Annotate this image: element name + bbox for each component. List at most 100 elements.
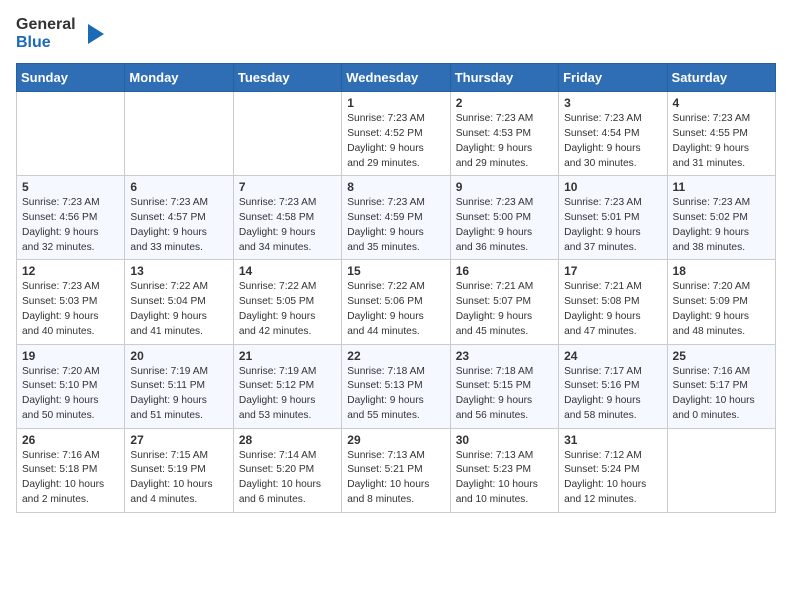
calendar-cell: 29 Sunrise: 7:13 AM Sunset: 5:21 PM Dayli…: [342, 428, 450, 512]
day-number: 13: [130, 264, 227, 278]
day-number: 9: [456, 180, 553, 194]
day-number: 3: [564, 96, 661, 110]
day-info: Sunrise: 7:20 AM Sunset: 5:09 PM Dayligh…: [673, 280, 770, 339]
weekday-header: Friday: [559, 64, 667, 92]
day-info: Sunrise: 7:21 AM Sunset: 5:07 PM Dayligh…: [456, 280, 553, 339]
logo-text: General Blue: [16, 16, 76, 51]
day-number: 5: [22, 180, 119, 194]
day-number: 27: [130, 433, 227, 447]
day-info: Sunrise: 7:23 AM Sunset: 4:54 PM Dayligh…: [564, 112, 661, 171]
calendar-cell: 18 Sunrise: 7:20 AM Sunset: 5:09 PM Dayli…: [667, 260, 775, 344]
day-info: Sunrise: 7:19 AM Sunset: 5:11 PM Dayligh…: [130, 365, 227, 424]
day-number: 1: [347, 96, 444, 110]
weekday-header: Tuesday: [233, 64, 341, 92]
calendar-cell: 19 Sunrise: 7:20 AM Sunset: 5:10 PM Dayli…: [17, 344, 125, 428]
calendar-cell: 23Sunrise: 7:18 AM Sunset: 5:15 PM Dayli…: [450, 344, 558, 428]
calendar-cell: 22 Sunrise: 7:18 AM Sunset: 5:13 PM Dayli…: [342, 344, 450, 428]
calendar-cell: 20 Sunrise: 7:19 AM Sunset: 5:11 PM Dayli…: [125, 344, 233, 428]
calendar-cell: 12 Sunrise: 7:23 AM Sunset: 5:03 PM Dayli…: [17, 260, 125, 344]
day-info: Sunrise: 7:12 AM Sunset: 5:24 PM Dayligh…: [564, 449, 661, 508]
calendar-cell: 16 Sunrise: 7:21 AM Sunset: 5:07 PM Dayli…: [450, 260, 558, 344]
calendar-cell: [17, 92, 125, 176]
calendar-cell: 3 Sunrise: 7:23 AM Sunset: 4:54 PM Daylig…: [559, 92, 667, 176]
day-number: 11: [673, 180, 770, 194]
calendar-cell: 6 Sunrise: 7:23 AM Sunset: 4:57 PM Daylig…: [125, 176, 233, 260]
day-info: Sunrise: 7:23 AM Sunset: 4:58 PM Dayligh…: [239, 196, 336, 255]
calendar-cell: 30 Sunrise: 7:13 AM Sunset: 5:23 PM Dayli…: [450, 428, 558, 512]
calendar-cell: 14 Sunrise: 7:22 AM Sunset: 5:05 PM Dayli…: [233, 260, 341, 344]
calendar-cell: 28 Sunrise: 7:14 AM Sunset: 5:20 PM Dayli…: [233, 428, 341, 512]
day-number: 10: [564, 180, 661, 194]
day-number: 4: [673, 96, 770, 110]
day-info: Sunrise: 7:23 AM Sunset: 5:01 PM Dayligh…: [564, 196, 661, 255]
calendar-cell: 25Sunrise: 7:16 AM Sunset: 5:17 PM Dayli…: [667, 344, 775, 428]
day-info: Sunrise: 7:22 AM Sunset: 5:06 PM Dayligh…: [347, 280, 444, 339]
day-info: Sunrise: 7:23 AM Sunset: 4:53 PM Dayligh…: [456, 112, 553, 171]
calendar-cell: 24 Sunrise: 7:17 AM Sunset: 5:16 PM Dayli…: [559, 344, 667, 428]
day-number: 21: [239, 349, 336, 363]
logo: General Blue: [16, 16, 104, 51]
calendar-cell: [233, 92, 341, 176]
day-info: Sunrise: 7:18 AM Sunset: 5:13 PM Dayligh…: [347, 365, 444, 424]
calendar-cell: [125, 92, 233, 176]
day-number: 28: [239, 433, 336, 447]
day-info: Sunrise: 7:16 AM Sunset: 5:18 PM Dayligh…: [22, 449, 119, 508]
day-info: Sunrise: 7:23 AM Sunset: 4:59 PM Dayligh…: [347, 196, 444, 255]
day-number: 19: [22, 349, 119, 363]
calendar-week-row: 1 Sunrise: 7:23 AM Sunset: 4:52 PM Daylig…: [17, 92, 776, 176]
day-info: Sunrise: 7:23 AM Sunset: 5:00 PM Dayligh…: [456, 196, 553, 255]
weekday-header: Thursday: [450, 64, 558, 92]
calendar-cell: 26 Sunrise: 7:16 AM Sunset: 5:18 PM Dayli…: [17, 428, 125, 512]
day-number: 31: [564, 433, 661, 447]
day-number: 17: [564, 264, 661, 278]
day-number: 16: [456, 264, 553, 278]
calendar-cell: 21Sunrise: 7:19 AM Sunset: 5:12 PM Dayli…: [233, 344, 341, 428]
day-number: 26: [22, 433, 119, 447]
day-info: Sunrise: 7:17 AM Sunset: 5:16 PM Dayligh…: [564, 365, 661, 424]
day-info: Sunrise: 7:23 AM Sunset: 5:03 PM Dayligh…: [22, 280, 119, 339]
calendar-cell: 31 Sunrise: 7:12 AM Sunset: 5:24 PM Dayli…: [559, 428, 667, 512]
day-info: Sunrise: 7:23 AM Sunset: 5:02 PM Dayligh…: [673, 196, 770, 255]
day-number: 29: [347, 433, 444, 447]
day-info: Sunrise: 7:21 AM Sunset: 5:08 PM Dayligh…: [564, 280, 661, 339]
day-number: 7: [239, 180, 336, 194]
day-number: 12: [22, 264, 119, 278]
day-info: Sunrise: 7:22 AM Sunset: 5:04 PM Dayligh…: [130, 280, 227, 339]
calendar-cell: 15 Sunrise: 7:22 AM Sunset: 5:06 PM Dayli…: [342, 260, 450, 344]
day-number: 20: [130, 349, 227, 363]
day-number: 24: [564, 349, 661, 363]
day-info: Sunrise: 7:23 AM Sunset: 4:52 PM Dayligh…: [347, 112, 444, 171]
day-info: Sunrise: 7:23 AM Sunset: 4:57 PM Dayligh…: [130, 196, 227, 255]
day-info: Sunrise: 7:13 AM Sunset: 5:21 PM Dayligh…: [347, 449, 444, 508]
calendar-header-row: SundayMondayTuesdayWednesdayThursdayFrid…: [17, 64, 776, 92]
day-number: 2: [456, 96, 553, 110]
calendar-week-row: 26 Sunrise: 7:16 AM Sunset: 5:18 PM Dayli…: [17, 428, 776, 512]
day-number: 30: [456, 433, 553, 447]
calendar-week-row: 19 Sunrise: 7:20 AM Sunset: 5:10 PM Dayli…: [17, 344, 776, 428]
calendar-cell: 8 Sunrise: 7:23 AM Sunset: 4:59 PM Daylig…: [342, 176, 450, 260]
day-info: Sunrise: 7:20 AM Sunset: 5:10 PM Dayligh…: [22, 365, 119, 424]
day-number: 15: [347, 264, 444, 278]
calendar-table: SundayMondayTuesdayWednesdayThursdayFrid…: [16, 63, 776, 513]
calendar-week-row: 12 Sunrise: 7:23 AM Sunset: 5:03 PM Dayli…: [17, 260, 776, 344]
calendar-cell: 17 Sunrise: 7:21 AM Sunset: 5:08 PM Dayli…: [559, 260, 667, 344]
day-info: Sunrise: 7:14 AM Sunset: 5:20 PM Dayligh…: [239, 449, 336, 508]
calendar-cell: 1 Sunrise: 7:23 AM Sunset: 4:52 PM Daylig…: [342, 92, 450, 176]
day-info: Sunrise: 7:15 AM Sunset: 5:19 PM Dayligh…: [130, 449, 227, 508]
calendar-cell: 5 Sunrise: 7:23 AM Sunset: 4:56 PM Daylig…: [17, 176, 125, 260]
calendar-cell: 27 Sunrise: 7:15 AM Sunset: 5:19 PM Dayli…: [125, 428, 233, 512]
day-number: 22: [347, 349, 444, 363]
day-info: Sunrise: 7:13 AM Sunset: 5:23 PM Dayligh…: [456, 449, 553, 508]
calendar-cell: 4Sunrise: 7:23 AM Sunset: 4:55 PM Daylig…: [667, 92, 775, 176]
day-number: 18: [673, 264, 770, 278]
day-info: Sunrise: 7:23 AM Sunset: 4:56 PM Dayligh…: [22, 196, 119, 255]
logo-arrow-icon: [80, 22, 104, 46]
calendar-week-row: 5 Sunrise: 7:23 AM Sunset: 4:56 PM Daylig…: [17, 176, 776, 260]
day-info: Sunrise: 7:16 AM Sunset: 5:17 PM Dayligh…: [673, 365, 770, 424]
day-number: 8: [347, 180, 444, 194]
day-info: Sunrise: 7:22 AM Sunset: 5:05 PM Dayligh…: [239, 280, 336, 339]
calendar-cell: 10 Sunrise: 7:23 AM Sunset: 5:01 PM Dayli…: [559, 176, 667, 260]
day-number: 6: [130, 180, 227, 194]
weekday-header: Saturday: [667, 64, 775, 92]
day-number: 14: [239, 264, 336, 278]
